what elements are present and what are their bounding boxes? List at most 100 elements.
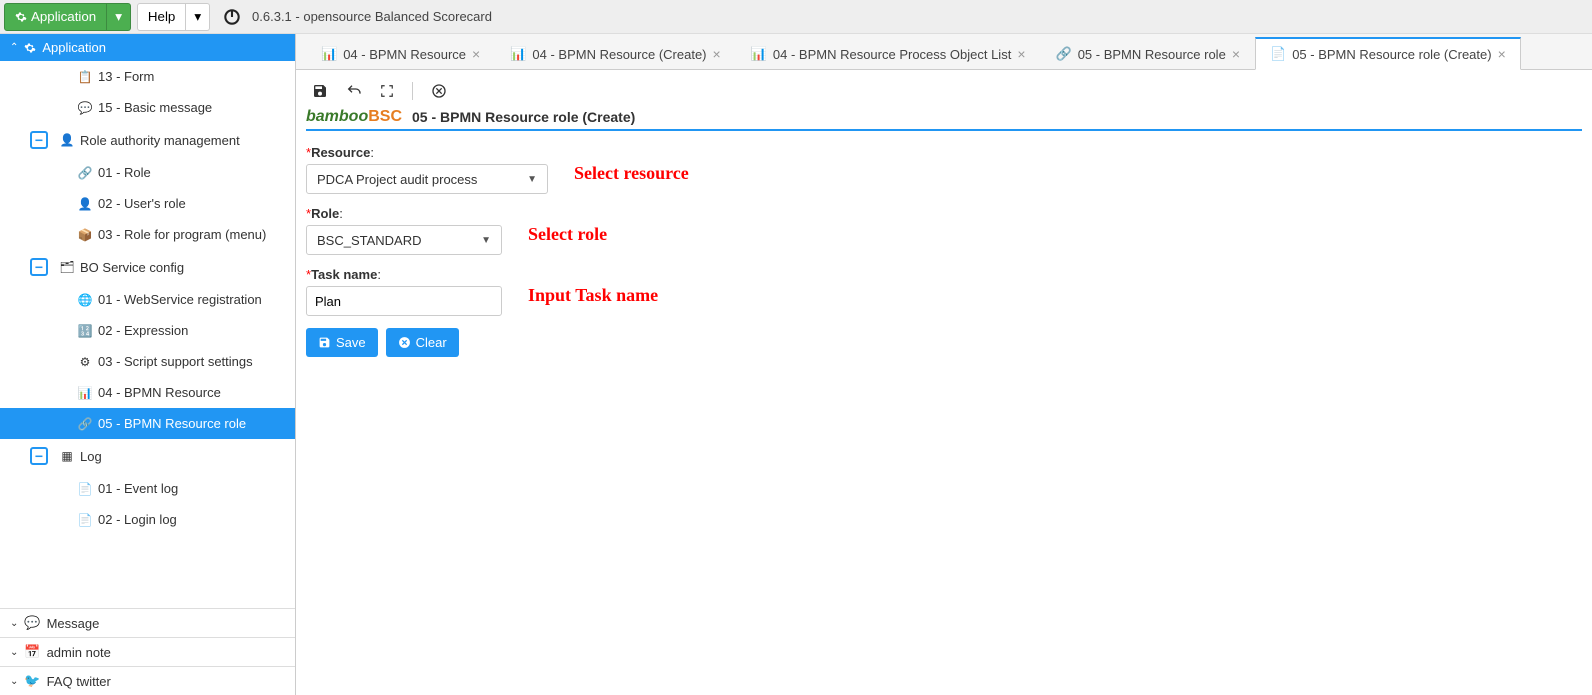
expr-icon: 🔢 xyxy=(78,324,92,338)
topbar: Application ▾ Help ▾ 0.6.3.1 - opensourc… xyxy=(0,0,1592,34)
tab-label: 05 - BPMN Resource role xyxy=(1078,47,1226,62)
tab-label: 04 - BPMN Resource Process Object List xyxy=(773,47,1011,62)
sidebar-tree[interactable]: 📋 13 - Form 💬 15 - Basic message − 👤 Rol… xyxy=(0,61,295,608)
sidebar-item-label: 01 - Role xyxy=(98,165,151,180)
save-button-label: Save xyxy=(336,335,366,350)
close-icon[interactable]: × xyxy=(472,46,480,62)
task-name-input[interactable] xyxy=(306,286,502,316)
sidebar-item-label: 13 - Form xyxy=(98,69,154,84)
caret-down-icon: ▾ xyxy=(115,9,122,24)
collapse-icon[interactable]: − xyxy=(30,258,48,276)
sidebar-item-form[interactable]: 📋 13 - Form xyxy=(0,61,295,92)
save-icon[interactable] xyxy=(312,83,328,99)
undo-icon[interactable] xyxy=(346,83,362,99)
sidebar-panel-message[interactable]: ⌄ 💬 Message xyxy=(0,608,295,637)
application-caret-button[interactable]: ▾ xyxy=(107,3,131,31)
tab-bpmn-process-object-list[interactable]: 📊 04 - BPMN Resource Process Object List… xyxy=(736,38,1041,69)
sidebar-item-label: 03 - Role for program (menu) xyxy=(98,227,266,242)
save-button[interactable]: Save xyxy=(306,328,378,357)
sidebar-item-label: 01 - Event log xyxy=(98,481,178,496)
sidebar-item-bpmn-resource[interactable]: 📊 04 - BPMN Resource xyxy=(0,377,295,408)
sidebar-item-bpmn-resource-role[interactable]: 🔗 05 - BPMN Resource role xyxy=(0,408,295,439)
application-button-label: Application xyxy=(31,9,96,24)
twitter-icon: 🐦 xyxy=(24,673,40,689)
fullscreen-icon[interactable] xyxy=(380,84,394,98)
sidebar-group-log[interactable]: − ▦ Log xyxy=(0,439,295,473)
sidebar-item-script[interactable]: ⚙ 03 - Script support settings xyxy=(0,346,295,377)
close-circle-icon[interactable] xyxy=(431,83,447,99)
sidebar-item-label: 02 - Expression xyxy=(98,323,188,338)
tab-bpmn-resource-role-create[interactable]: 📄 05 - BPMN Resource role (Create) × xyxy=(1255,37,1521,70)
share-icon: 🔗 xyxy=(1056,46,1072,62)
caret-down-icon: ▾ xyxy=(194,9,201,24)
close-icon[interactable]: × xyxy=(1498,46,1506,62)
close-icon[interactable]: × xyxy=(1232,46,1240,62)
sidebar-group-bo-service[interactable]: − 🗂 BO Service config xyxy=(0,250,295,284)
close-icon[interactable]: × xyxy=(1017,46,1025,62)
form-icon: 📋 xyxy=(78,70,92,84)
clear-button[interactable]: Clear xyxy=(386,328,459,357)
sidebar-item-login-log[interactable]: 📄 02 - Login log xyxy=(0,504,295,535)
globe-icon: 🌐 xyxy=(78,293,92,307)
sidebar-item-role-program[interactable]: 📦 03 - Role for program (menu) xyxy=(0,219,295,250)
sidebar: ⌃ Application 📋 13 - Form 💬 15 - Basic m… xyxy=(0,34,296,695)
sidebar-item-webservice[interactable]: 🌐 01 - WebService registration xyxy=(0,284,295,315)
sidebar-panel-admin-note[interactable]: ⌄ 📅 admin note xyxy=(0,637,295,666)
sidebar-item-role[interactable]: 🔗 01 - Role xyxy=(0,157,295,188)
tab-bpmn-resource-create[interactable]: 📊 04 - BPMN Resource (Create) × xyxy=(495,38,736,69)
sidebar-item-label: BO Service config xyxy=(80,260,184,275)
chevron-up-icon: ⌃ xyxy=(10,42,18,53)
tab-label: 05 - BPMN Resource role (Create) xyxy=(1292,47,1491,62)
role-dropdown[interactable]: BSC_STANDARD ▼ xyxy=(306,225,502,255)
help-caret-button[interactable]: ▾ xyxy=(186,3,210,31)
help-button-label: Help xyxy=(148,9,175,24)
help-button[interactable]: Help xyxy=(137,3,186,31)
resource-dropdown[interactable]: PDCA Project audit process ▼ xyxy=(306,164,548,194)
sidebar-item-label: 04 - BPMN Resource xyxy=(98,385,221,400)
sidebar-item-event-log[interactable]: 📄 01 - Event log xyxy=(0,473,295,504)
sidebar-item-basic-message[interactable]: 💬 15 - Basic message xyxy=(0,92,295,123)
sidebar-group-role-mgmt[interactable]: − 👤 Role authority management xyxy=(0,123,295,157)
page-header: bambooBSC 05 - BPMN Resource role (Creat… xyxy=(306,108,1582,131)
resource-hint: Select resource xyxy=(574,163,689,184)
chevron-down-icon: ⌄ xyxy=(10,618,18,629)
logo-part1: bamboo xyxy=(306,108,368,125)
role-hint: Select role xyxy=(528,224,607,245)
resource-label: *Resource: xyxy=(306,145,548,160)
gear-icon xyxy=(15,11,27,23)
doc-icon: 📄 xyxy=(78,513,92,527)
sidebar-item-label: Log xyxy=(80,449,102,464)
box-icon: 📦 xyxy=(78,228,92,242)
grid-icon: ▦ xyxy=(60,449,74,463)
role-value: BSC_STANDARD xyxy=(317,233,422,248)
power-icon[interactable] xyxy=(222,7,242,27)
sidebar-item-label: 02 - User's role xyxy=(98,196,186,211)
user-icon: 👤 xyxy=(60,133,74,147)
clear-icon xyxy=(398,336,411,349)
sidebar-item-label: 05 - BPMN Resource role xyxy=(98,416,246,431)
role-label: *Role: xyxy=(306,206,502,221)
tabbar: 📊 04 - BPMN Resource × 📊 04 - BPMN Resou… xyxy=(296,34,1592,70)
tab-bpmn-resource-role[interactable]: 🔗 05 - BPMN Resource role × xyxy=(1041,38,1256,69)
sidebar-item-label: 02 - Login log xyxy=(98,512,177,527)
logo: bambooBSC xyxy=(306,108,402,126)
sidebar-item-label: Role authority management xyxy=(80,133,240,148)
sidebar-panel-application[interactable]: ⌃ Application xyxy=(0,34,295,61)
sidebar-item-expression[interactable]: 🔢 02 - Expression xyxy=(0,315,295,346)
sidebar-item-users-role[interactable]: 👤 02 - User's role xyxy=(0,188,295,219)
sidebar-panel-faq-twitter[interactable]: ⌄ 🐦 FAQ twitter xyxy=(0,666,295,695)
close-icon[interactable]: × xyxy=(713,46,721,62)
collapse-icon[interactable]: − xyxy=(30,131,48,149)
task-name-label: *Task name: xyxy=(306,267,502,282)
logo-part2: BSC xyxy=(368,108,402,125)
panel-label: admin note xyxy=(47,645,111,660)
tab-label: 04 - BPMN Resource xyxy=(343,47,466,62)
tab-bpmn-resource[interactable]: 📊 04 - BPMN Resource × xyxy=(306,38,495,69)
application-button[interactable]: Application xyxy=(4,3,107,31)
tree-icon: 🗂 xyxy=(60,260,74,274)
message-icon: 💬 xyxy=(78,101,92,115)
panel-label: Message xyxy=(47,616,100,631)
share-icon: 🔗 xyxy=(78,166,92,180)
collapse-icon[interactable]: − xyxy=(30,447,48,465)
calendar-icon: 📅 xyxy=(24,644,40,660)
